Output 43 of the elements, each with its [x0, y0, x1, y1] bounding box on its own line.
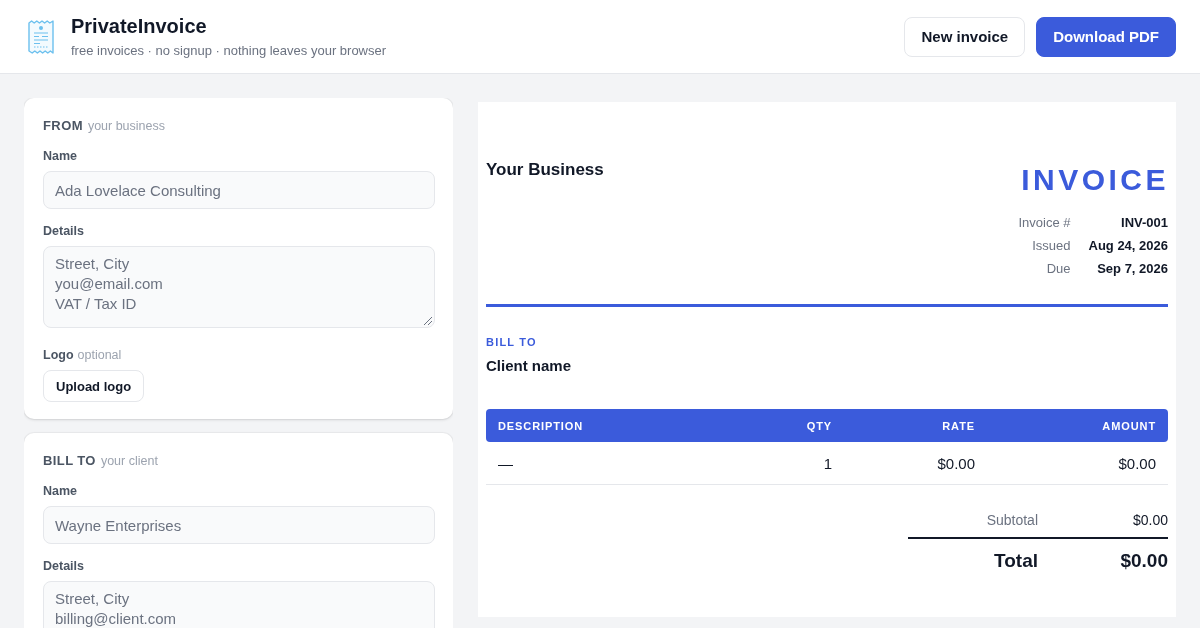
- upload-button[interactable]: Upload logo: [43, 370, 145, 402]
- section-title: FROM: [43, 118, 83, 134]
- totals-value: $0.00: [1119, 549, 1168, 573]
- app-tagline: free invoices · no signup · nothing leaves your browser: [71, 42, 387, 59]
- totals-label: Total: [993, 549, 1038, 573]
- section-title: BILL TO: [43, 453, 96, 469]
- table-cell-text: 1: [822, 454, 833, 472]
- column-heading: QTY: [805, 419, 833, 432]
- section-hint: your business: [87, 118, 165, 134]
- column-heading: RATE: [941, 419, 976, 432]
- receipt-logo-icon: [27, 18, 55, 55]
- header-button[interactable]: New invoice: [904, 16, 1026, 57]
- app-title: PrivateInvoice: [71, 14, 208, 37]
- meta-value: Aug 24, 2026: [1088, 237, 1168, 255]
- table-cell-text: $0.00: [1117, 454, 1157, 472]
- textarea-field[interactable]: Street, City billing@client.com: [43, 581, 435, 628]
- column-heading: AMOUNT: [1101, 419, 1157, 432]
- text-input-field[interactable]: Wayne Enterprises: [43, 506, 435, 544]
- meta-value: INV-001: [1120, 214, 1168, 232]
- table-cell-text: —: [497, 454, 514, 472]
- text-input-field[interactable]: Ada Lovelace Consulting: [43, 171, 435, 209]
- field-hint: optional: [77, 347, 122, 363]
- table-cell-text: $0.00: [936, 454, 976, 472]
- meta-value: Sep 7, 2026: [1096, 260, 1168, 278]
- totals-value: $0.00: [1131, 511, 1168, 530]
- field-label: Details: [43, 558, 84, 574]
- resize-grip-icon[interactable]: [424, 317, 432, 325]
- bill-to-label: BILL TO: [486, 335, 537, 349]
- header-button[interactable]: Download PDF: [1036, 16, 1176, 57]
- field-label: Name: [43, 483, 78, 499]
- meta-label: Invoice #: [1018, 214, 1071, 232]
- meta-label: Due: [1045, 260, 1071, 278]
- meta-label: Issued: [1031, 237, 1071, 255]
- field-label: Logo: [43, 347, 74, 363]
- textarea-field[interactable]: Street, City you@email.com VAT / Tax ID: [43, 246, 435, 328]
- section-hint: your client: [100, 453, 158, 469]
- invoice-title: INVOICE: [1021, 162, 1169, 198]
- column-heading: DESCRIPTION: [497, 419, 585, 432]
- field-label: Details: [43, 223, 84, 239]
- field-label: Name: [43, 148, 78, 164]
- client-name: Client name: [486, 356, 572, 376]
- totals-label: Subtotal: [985, 511, 1038, 530]
- business-name: Your Business: [486, 159, 604, 181]
